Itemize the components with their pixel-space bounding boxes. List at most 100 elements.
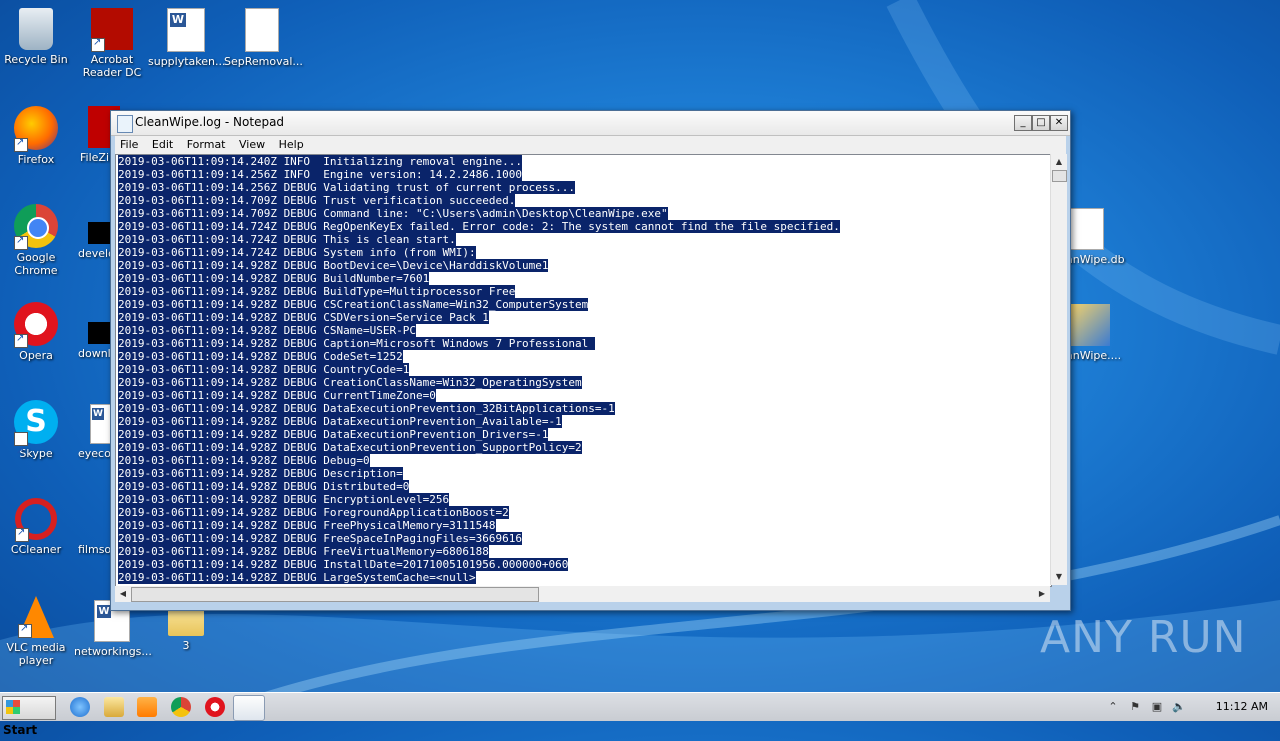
log-line-text: 2019-03-06T11:09:14.240Z INFO Initializi… [118, 155, 522, 168]
log-line-text: 2019-03-06T11:09:14.256Z DEBUG Validatin… [118, 181, 575, 194]
desktop-icon-vlc[interactable]: VLC media player [0, 596, 74, 667]
desktop-icon-supplytaken[interactable]: W supplytaken... [148, 8, 226, 68]
log-line-text: 2019-03-06T11:09:14.928Z DEBUG CSDVersio… [118, 311, 489, 324]
vlc-cone-icon [18, 596, 54, 638]
log-line-text: 2019-03-06T11:09:14.928Z DEBUG CSName=US… [118, 324, 417, 337]
log-line: 2019-03-06T11:09:14.928Z DEBUG DataExecu… [118, 415, 840, 428]
menu-help[interactable]: Help [274, 136, 309, 151]
log-line-text: 2019-03-06T11:09:14.928Z DEBUG FreeSpace… [118, 532, 522, 545]
log-line: 2019-03-06T11:09:14.256Z DEBUG Validatin… [118, 181, 840, 194]
notepad-taskbar-button[interactable] [233, 695, 265, 721]
log-line: 2019-03-06T11:09:14.928Z DEBUG Descripti… [118, 467, 840, 480]
log-line-text: 2019-03-06T11:09:14.928Z DEBUG LargeSyst… [118, 571, 476, 584]
log-line: 2019-03-06T11:09:14.928Z DEBUG BuildType… [118, 285, 840, 298]
log-line: 2019-03-06T11:09:14.709Z DEBUG Command l… [118, 207, 840, 220]
log-line-text: 2019-03-06T11:09:14.709Z DEBUG Trust ver… [118, 194, 516, 207]
desktop-icon-acrobat[interactable]: Acrobat Reader DC [74, 8, 150, 79]
log-line-text: 2019-03-06T11:09:14.928Z DEBUG DataExecu… [118, 428, 549, 441]
log-line: 2019-03-06T11:09:14.928Z DEBUG FreeVirtu… [118, 545, 840, 558]
log-line: 2019-03-06T11:09:14.928Z DEBUG CSCreatio… [118, 298, 840, 311]
menu-file[interactable]: File [115, 136, 143, 151]
black-file-icon [88, 322, 110, 344]
notepad-window[interactable]: CleanWipe.log - Notepad _ □ ✕ File Edit … [110, 110, 1071, 611]
desktop-icon-sepremoval[interactable]: SepRemoval... [224, 8, 303, 68]
chrome-icon [14, 204, 58, 250]
log-line: 2019-03-06T11:09:14.724Z DEBUG This is c… [118, 233, 840, 246]
text-editor[interactable]: 2019-03-06T11:09:14.240Z INFO Initializi… [115, 154, 1052, 587]
installer-shield-icon [1070, 304, 1110, 346]
menu-edit[interactable]: Edit [147, 136, 178, 151]
log-line: 2019-03-06T11:09:14.928Z DEBUG CurrentTi… [118, 389, 840, 402]
clock[interactable]: 11:12 AM [1216, 700, 1268, 713]
start-button[interactable]: Start [2, 696, 56, 737]
log-line-text: 2019-03-06T11:09:14.709Z DEBUG Command l… [118, 207, 668, 220]
desktop-icon-opera[interactable]: Opera [0, 302, 74, 362]
log-line-text: 2019-03-06T11:09:14.928Z DEBUG Foregroun… [118, 506, 509, 519]
log-line-text: 2019-03-06T11:09:14.256Z INFO Engine ver… [118, 168, 522, 181]
explorer-folder-icon[interactable] [104, 697, 124, 717]
log-line: 2019-03-06T11:09:14.724Z DEBUG System in… [118, 246, 840, 259]
volume-icon[interactable]: 🔈 [1172, 700, 1186, 714]
log-line: 2019-03-06T11:09:14.928Z DEBUG BuildNumb… [118, 272, 840, 285]
title-bar[interactable]: CleanWipe.log - Notepad _ □ ✕ [111, 111, 1070, 136]
scroll-down-arrow-icon[interactable]: ▼ [1051, 569, 1067, 585]
horizontal-scroll-thumb[interactable] [131, 587, 539, 602]
log-line: 2019-03-06T11:09:14.928Z DEBUG FreeSpace… [118, 532, 840, 545]
internet-explorer-icon[interactable] [70, 697, 90, 717]
log-line-text: 2019-03-06T11:09:14.724Z DEBUG System in… [118, 246, 476, 259]
log-line-text: 2019-03-06T11:09:14.928Z DEBUG Caption=M… [118, 337, 595, 350]
log-line-text: 2019-03-06T11:09:14.928Z DEBUG BootDevic… [118, 259, 549, 272]
log-line: 2019-03-06T11:09:14.709Z DEBUG Trust ver… [118, 194, 840, 207]
desktop-icon-folder-3[interactable]: 3 [148, 606, 224, 652]
log-line-text: 2019-03-06T11:09:14.928Z DEBUG DataExecu… [118, 415, 562, 428]
log-line-text: 2019-03-06T11:09:14.928Z DEBUG CodeSet=1… [118, 350, 403, 363]
scroll-up-arrow-icon[interactable]: ▲ [1051, 154, 1067, 170]
windows-logo-icon [6, 700, 20, 714]
log-line: 2019-03-06T11:09:14.724Z DEBUG RegOpenKe… [118, 220, 840, 233]
anyrun-watermark: ANY RUN [1040, 612, 1247, 663]
desktop-icon-chrome[interactable]: Google Chrome [0, 204, 74, 277]
window-title: CleanWipe.log - Notepad [135, 115, 285, 129]
scroll-left-arrow-icon[interactable]: ◀ [115, 586, 131, 602]
log-line-text: 2019-03-06T11:09:14.928Z DEBUG InstallDa… [118, 558, 569, 571]
menu-view[interactable]: View [234, 136, 270, 151]
opera-taskbar-icon[interactable] [205, 697, 225, 717]
log-line-text: 2019-03-06T11:09:14.724Z DEBUG RegOpenKe… [118, 220, 840, 233]
maximize-button[interactable]: □ [1032, 115, 1050, 131]
desktop-icon-firefox[interactable]: Firefox [0, 106, 74, 166]
log-line: 2019-03-06T11:09:14.928Z DEBUG CodeSet=1… [118, 350, 840, 363]
acrobat-icon [91, 8, 133, 52]
desktop-icon-recycle-bin[interactable]: Recycle Bin [0, 8, 74, 66]
log-line-text: 2019-03-06T11:09:14.928Z DEBUG BuildType… [118, 285, 516, 298]
close-button[interactable]: ✕ [1050, 115, 1068, 131]
menu-format[interactable]: Format [182, 136, 231, 151]
desktop-icon-skype[interactable]: S Skype [0, 400, 74, 474]
log-line-text: 2019-03-06T11:09:14.928Z DEBUG Debug=0 [118, 454, 370, 467]
media-player-icon[interactable] [137, 697, 157, 717]
vertical-scroll-thumb[interactable] [1052, 170, 1067, 182]
skype-icon: S [14, 400, 58, 474]
opera-icon [14, 302, 58, 348]
log-line-text: 2019-03-06T11:09:14.928Z DEBUG CSCreatio… [118, 298, 589, 311]
file-icon [88, 518, 110, 540]
firefox-icon [14, 106, 58, 152]
log-line: 2019-03-06T11:09:14.928Z DEBUG CSDVersio… [118, 311, 840, 324]
minimize-button[interactable]: _ [1014, 115, 1032, 131]
vertical-scrollbar[interactable]: ▲ ▼ [1050, 154, 1067, 585]
show-hidden-icons-icon[interactable]: ⌃ [1106, 700, 1120, 714]
horizontal-scrollbar[interactable]: ◀ ▶ [115, 586, 1050, 602]
log-line-text: 2019-03-06T11:09:14.928Z DEBUG CurrentTi… [118, 389, 436, 402]
log-line-text: 2019-03-06T11:09:14.928Z DEBUG DataExecu… [118, 441, 582, 454]
action-center-flag-icon[interactable]: ⚑ [1128, 700, 1142, 714]
log-line-text: 2019-03-06T11:09:14.928Z DEBUG FreeVirtu… [118, 545, 489, 558]
log-line: 2019-03-06T11:09:14.928Z DEBUG Debug=0 [118, 454, 840, 467]
scroll-right-arrow-icon[interactable]: ▶ [1034, 586, 1050, 602]
settings-file-icon [1070, 208, 1104, 250]
log-line: 2019-03-06T11:09:14.928Z DEBUG Caption=M… [118, 337, 840, 350]
network-icon[interactable]: ▣ [1150, 700, 1164, 714]
desktop-icon-ccleaner[interactable]: CCleaner [0, 498, 74, 556]
word-document-icon: W [167, 8, 205, 52]
log-line: 2019-03-06T11:09:14.928Z DEBUG CSName=US… [118, 324, 840, 337]
log-line: 2019-03-06T11:09:14.256Z INFO Engine ver… [118, 168, 840, 181]
chrome-taskbar-icon[interactable] [171, 697, 191, 717]
